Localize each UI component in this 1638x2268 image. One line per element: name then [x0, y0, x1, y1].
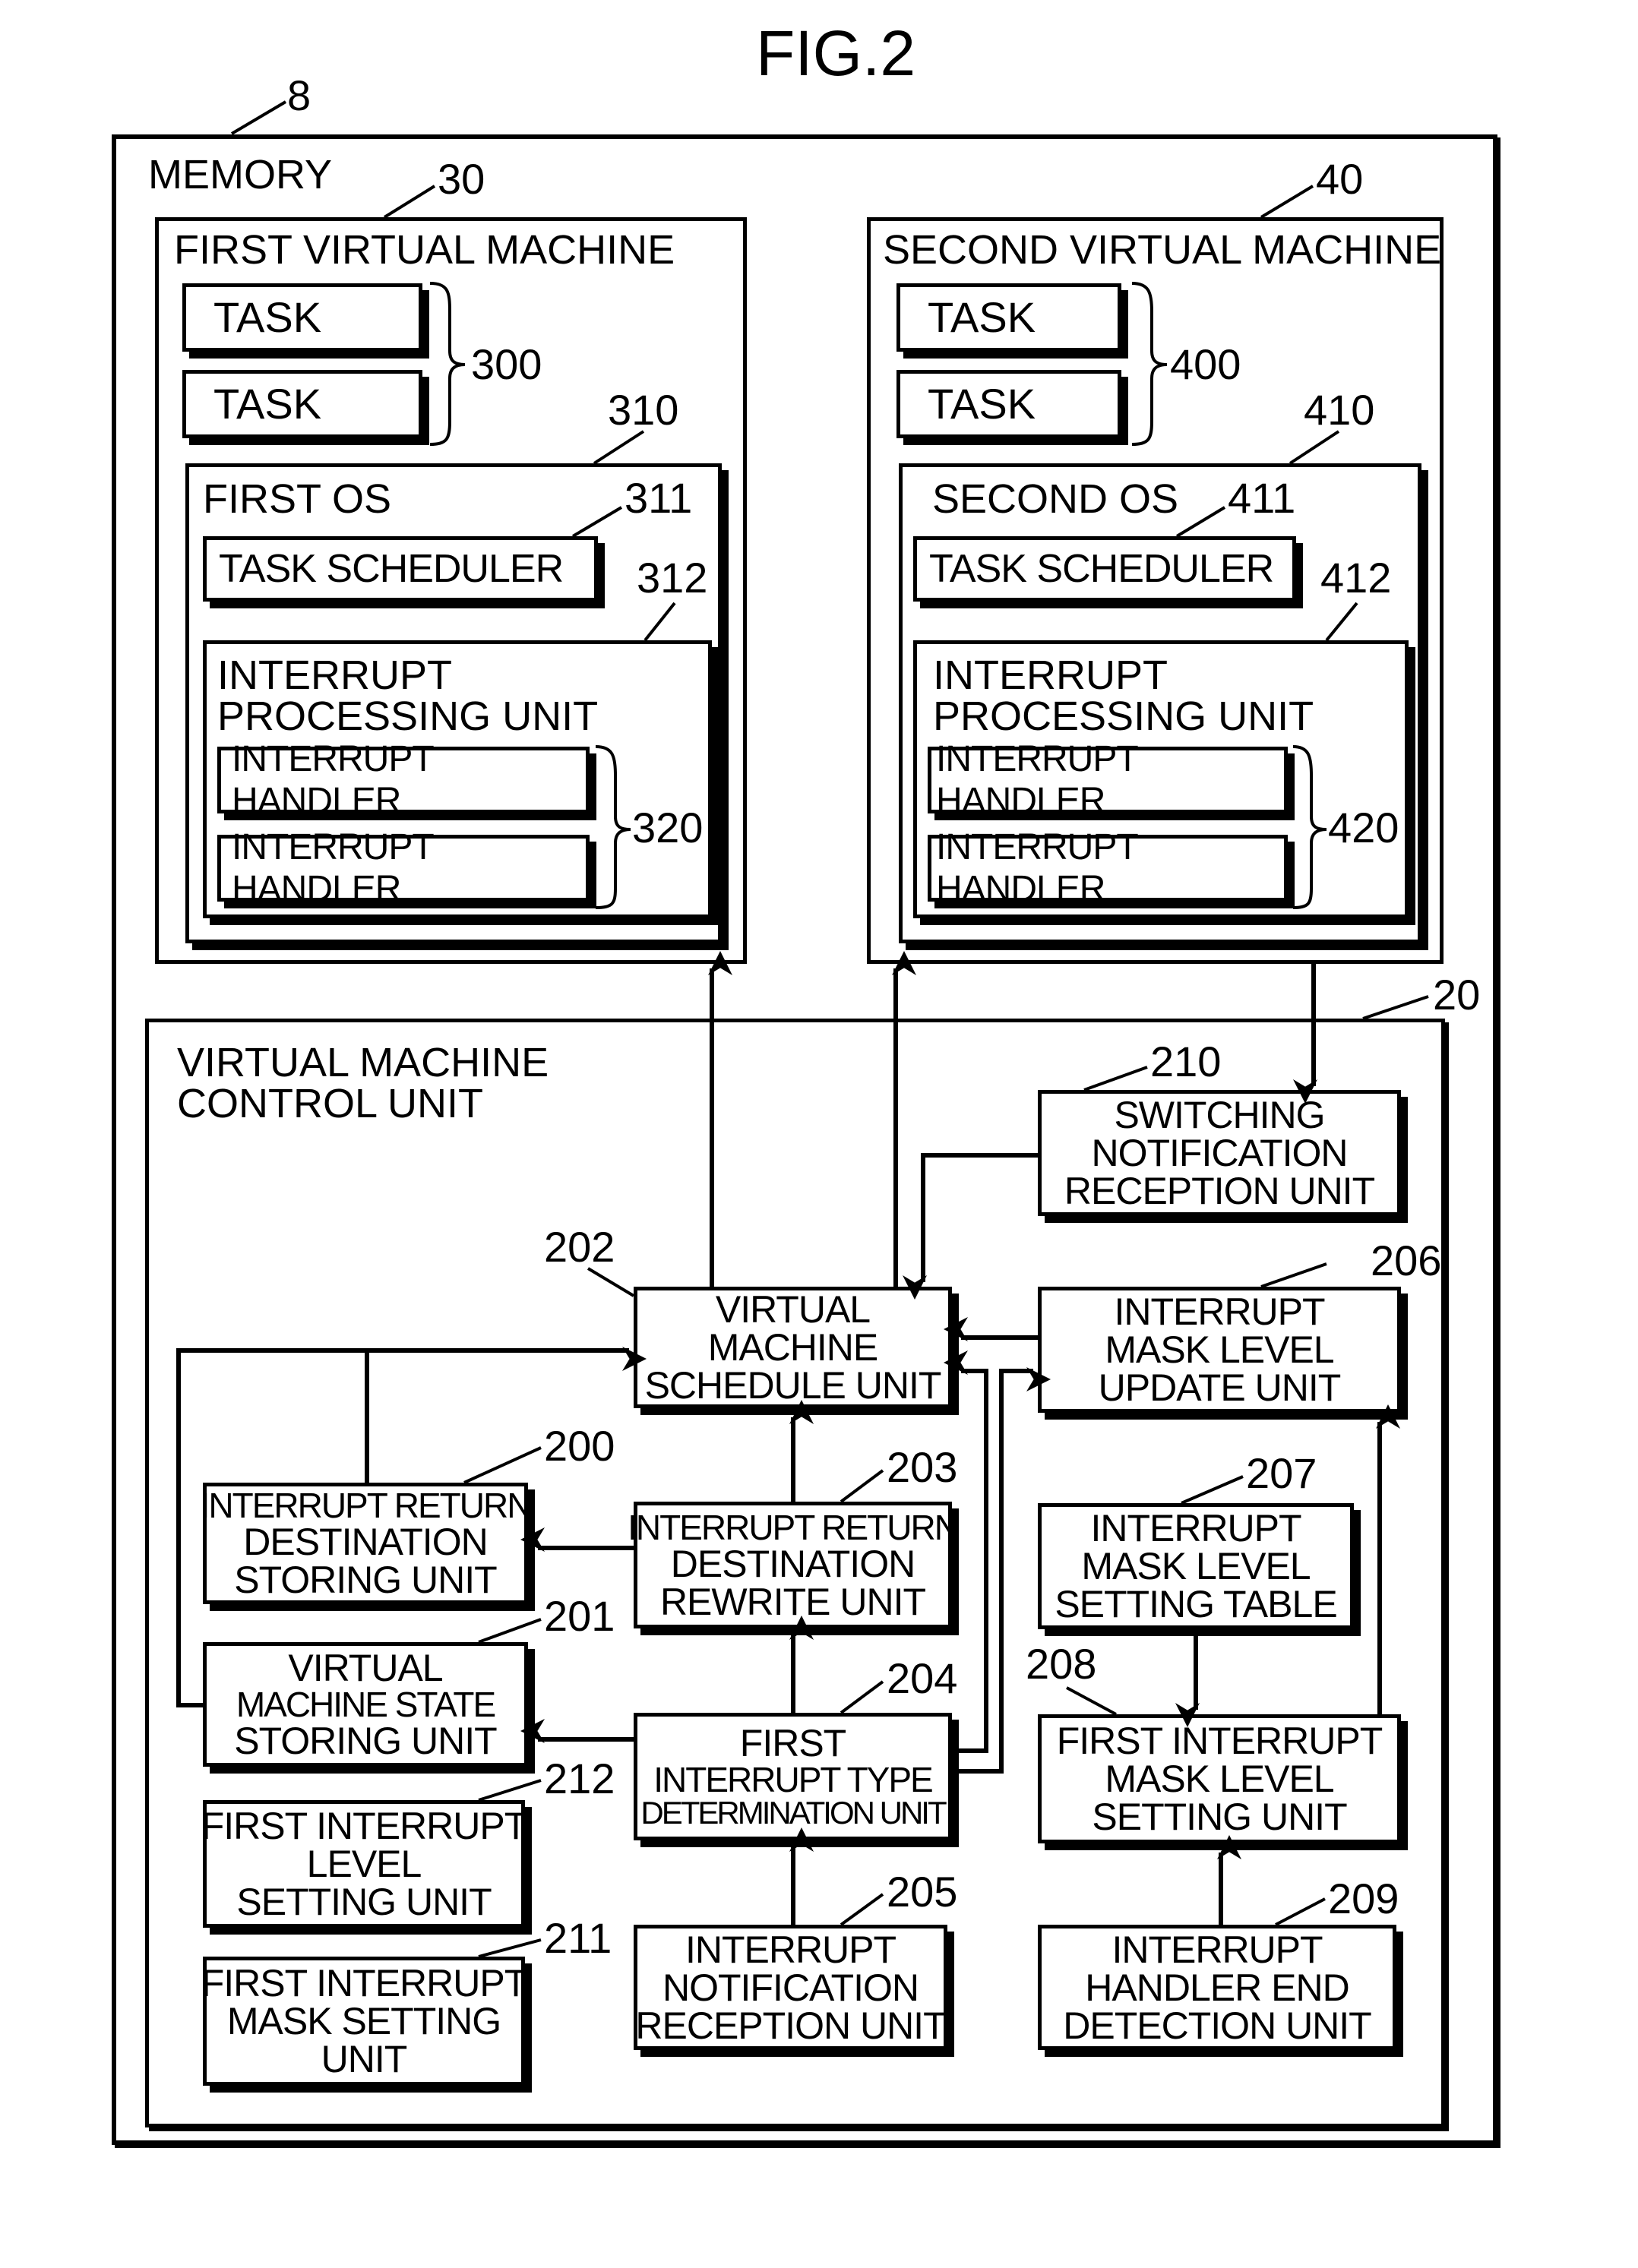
leader-202 [587, 1267, 635, 1297]
leader-209 [1275, 1897, 1326, 1926]
leader-211 [478, 1938, 542, 1958]
leader-212 [478, 1779, 542, 1802]
leader-200 [463, 1446, 542, 1484]
leader-206 [1260, 1262, 1327, 1288]
leader-412 [1325, 602, 1358, 642]
leader-411 [1175, 506, 1226, 538]
arrow-204-to-206 [957, 1367, 1051, 1774]
leader-312 [644, 602, 676, 642]
arrow-210-to-202 [902, 1153, 1038, 1300]
brace-300 [429, 282, 466, 446]
brace-400 [1131, 282, 1168, 446]
leader-208 [1066, 1686, 1117, 1716]
connector-layer [176, 100, 1429, 1958]
leader-30 [383, 185, 436, 219]
patent-figure: FIG.2 MEMORY 8 FIRST VIRTUAL MACHINE 30 … [0, 0, 1638, 2268]
leader-311 [571, 506, 623, 538]
leader-310 [593, 430, 645, 465]
leader-204 [840, 1680, 884, 1714]
leader-205 [840, 1893, 884, 1926]
leader-203 [840, 1469, 884, 1503]
leader-410 [1289, 430, 1340, 465]
leader-207 [1181, 1475, 1244, 1505]
loop-201-to-202 [176, 1347, 647, 1707]
leader-201 [478, 1618, 542, 1644]
leader-8 [230, 100, 287, 135]
brace-320 [595, 745, 631, 909]
arrow-204-to-202 [943, 1350, 988, 1753]
brace-420 [1292, 745, 1327, 909]
leader-40 [1260, 185, 1314, 219]
leader-20 [1362, 995, 1429, 1020]
leader-210 [1083, 1066, 1148, 1091]
